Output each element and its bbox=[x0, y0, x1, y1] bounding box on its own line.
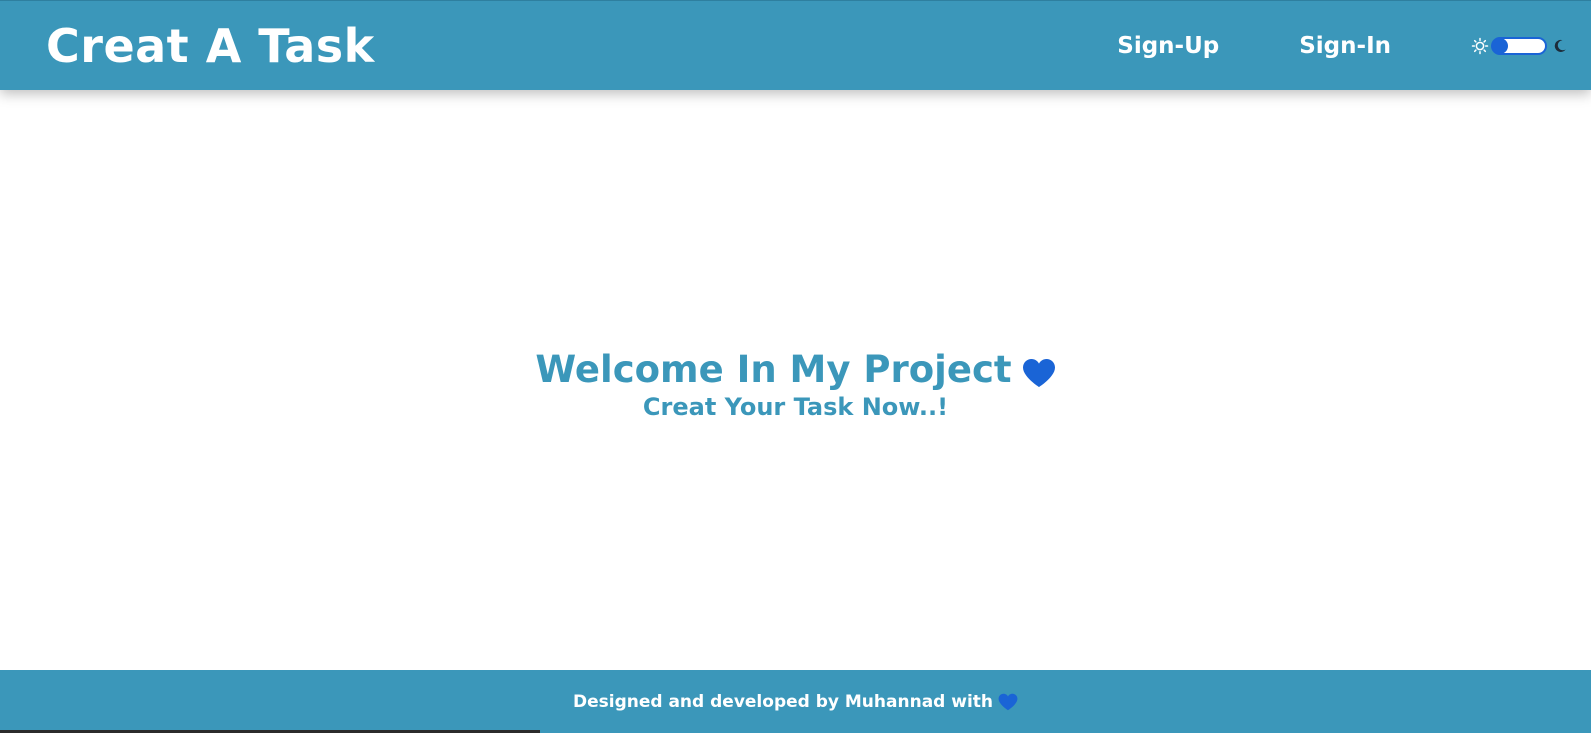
nav-links: Sign-Up Sign-In bbox=[1117, 33, 1569, 59]
main-content: Welcome In My Project Creat Your Task No… bbox=[0, 90, 1591, 670]
moon-icon bbox=[1551, 37, 1569, 55]
navbar: Creat A Task Sign-Up Sign-In bbox=[0, 0, 1591, 90]
sign-up-link[interactable]: Sign-Up bbox=[1117, 33, 1219, 59]
footer-text: Designed and developed by Muhannad with bbox=[572, 691, 994, 712]
heart-icon bbox=[1022, 354, 1056, 387]
welcome-heading: Welcome In My Project bbox=[535, 348, 1055, 391]
theme-toggle bbox=[1471, 36, 1569, 55]
sun-icon bbox=[1471, 37, 1489, 55]
welcome-title: Welcome In My Project bbox=[535, 347, 1012, 391]
theme-switch[interactable] bbox=[1491, 36, 1547, 55]
welcome-subtitle: Creat Your Task Now..! bbox=[642, 392, 949, 421]
footer: Designed and developed by Muhannad with bbox=[0, 670, 1591, 733]
theme-switch-knob bbox=[1492, 37, 1508, 54]
sign-in-link[interactable]: Sign-In bbox=[1299, 33, 1391, 59]
footer-heart-icon bbox=[998, 693, 1018, 711]
brand-link[interactable]: Creat A Task bbox=[46, 19, 375, 73]
